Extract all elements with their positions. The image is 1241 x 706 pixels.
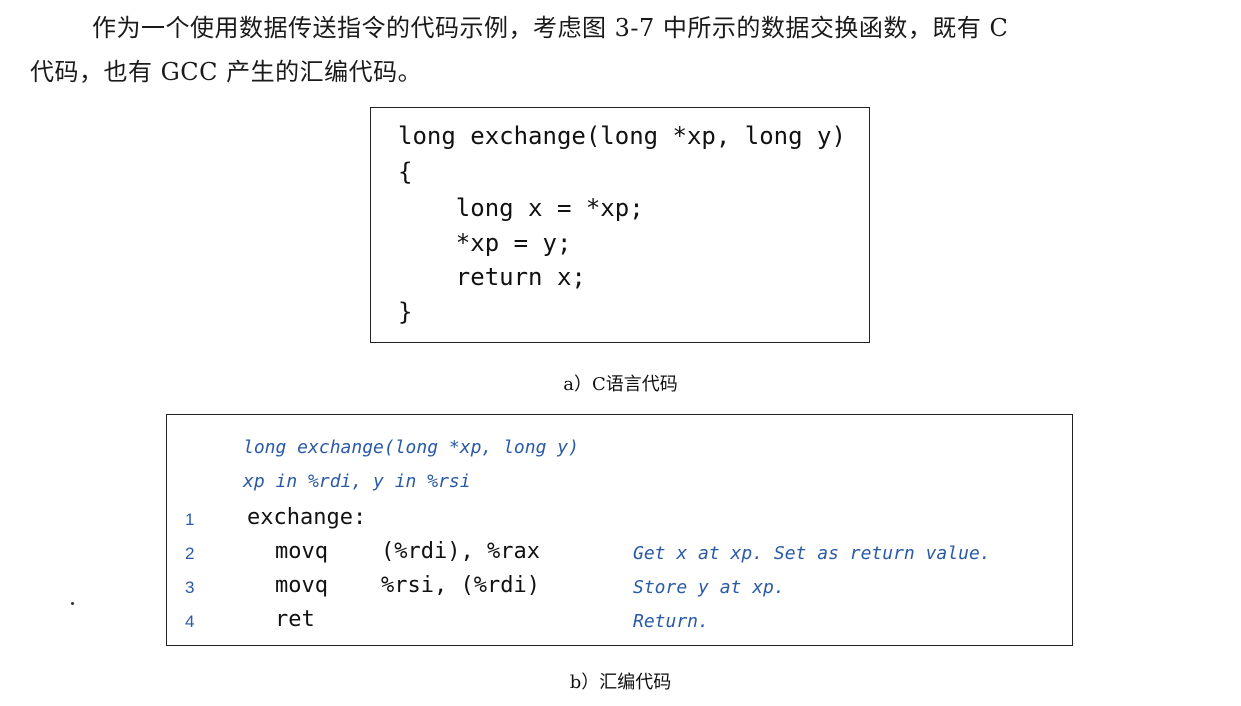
asm-line-number: 3: [185, 578, 195, 597]
asm-header-signature: long exchange(long *xp, long y): [243, 437, 579, 458]
intro-line-2: 代码，也有 GCC 产生的汇编代码。: [30, 58, 423, 86]
c-code-box: long exchange(long *xp, long y) { long x…: [370, 107, 870, 343]
asm-comment: Return.: [633, 611, 709, 632]
c-code-line: {: [398, 158, 413, 186]
asm-line-number: 1: [185, 510, 195, 529]
caption-assembly-code: b）汇编代码: [569, 672, 672, 693]
asm-line-number: 4: [185, 612, 195, 631]
intro-line-1: 作为一个使用数据传送指令的代码示例，考虑图 3-7 中所示的数据交换函数，既有 …: [92, 14, 1009, 42]
asm-instruction: movq: [275, 573, 328, 598]
intro-paragraph: 作为一个使用数据传送指令的代码示例，考虑图 3-7 中所示的数据交换函数，既有 …: [30, 6, 1226, 94]
asm-instruction: ret: [275, 607, 315, 632]
asm-instruction: movq: [275, 539, 328, 564]
asm-line-number: 2: [185, 544, 195, 563]
c-code-line: long x = *xp;: [398, 194, 644, 222]
asm-label: exchange:: [247, 505, 367, 530]
caption-c-code: a）C语言代码: [563, 374, 678, 395]
assembly-code-box: long exchange(long *xp, long y) xp in %r…: [166, 414, 1073, 646]
stray-dot: [71, 602, 74, 605]
c-code-line: *xp = y;: [398, 229, 572, 257]
asm-operands: %rsi, (%rdi): [381, 573, 540, 598]
c-code-line: return x;: [398, 263, 586, 291]
asm-comment: Get x at xp. Set as return value.: [633, 543, 991, 564]
asm-operands: (%rdi), %rax: [381, 539, 540, 564]
c-code-line: }: [398, 298, 413, 326]
c-code-line: long exchange(long *xp, long y): [398, 122, 846, 150]
asm-comment: Store y at xp.: [633, 577, 785, 598]
asm-header-registers: xp in %rdi, y in %rsi: [243, 471, 471, 492]
